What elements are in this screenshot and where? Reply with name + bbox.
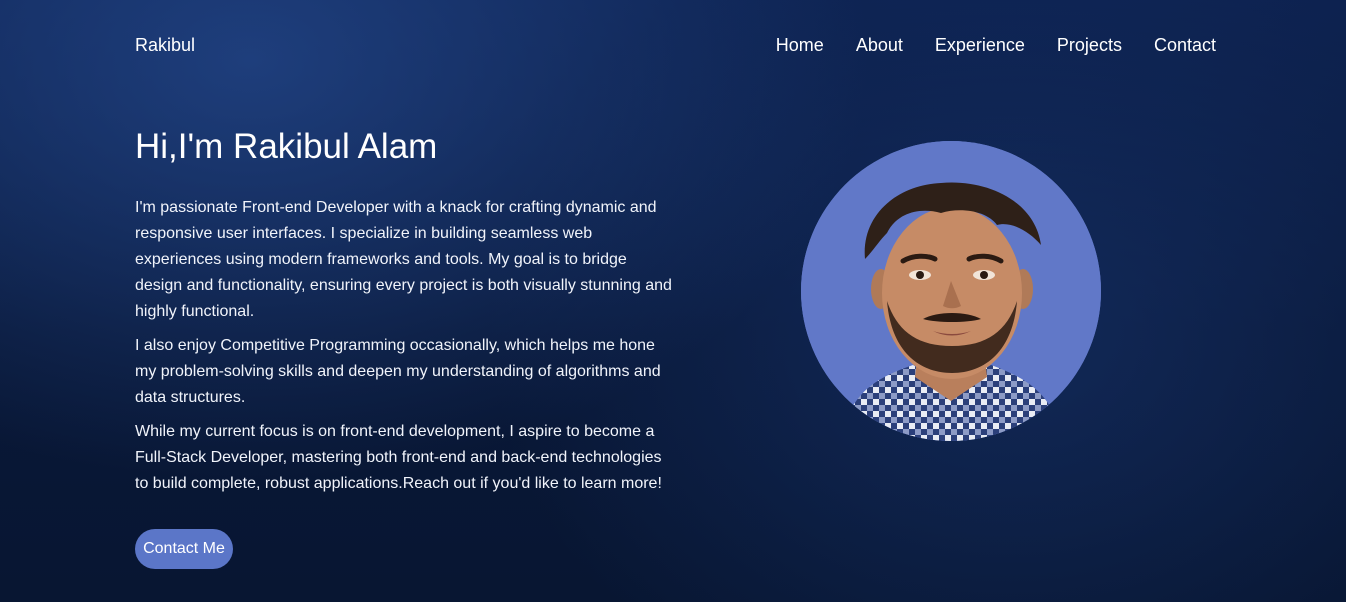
hero-paragraph-intro: I'm passionate Front-end Developer with … (135, 199, 672, 320)
hero-paragraph-competitive: I also enjoy Competitive Programming occ… (135, 337, 661, 406)
nav-link-projects[interactable]: Projects (1057, 34, 1122, 56)
brand-logo[interactable]: Rakibul (135, 34, 195, 56)
nav-link-home[interactable]: Home (776, 34, 824, 56)
nav-link-about[interactable]: About (856, 34, 903, 56)
nav-link-contact[interactable]: Contact (1154, 34, 1216, 56)
hero-section: Hi,I'm Rakibul Alam I'm passionate Front… (135, 124, 675, 497)
contact-me-button[interactable]: Contact Me (135, 529, 233, 569)
profile-photo (801, 141, 1101, 441)
profile-photo-illustration (801, 141, 1101, 441)
nav-link-experience[interactable]: Experience (935, 34, 1025, 56)
hero-title: Hi,I'm Rakibul Alam (135, 127, 438, 166)
nav-links: Home About Experience Projects Contact (776, 34, 1216, 56)
hero-paragraph-goals: While my current focus is on front-end d… (135, 423, 662, 492)
navbar: Rakibul Home About Experience Projects C… (0, 0, 1346, 90)
